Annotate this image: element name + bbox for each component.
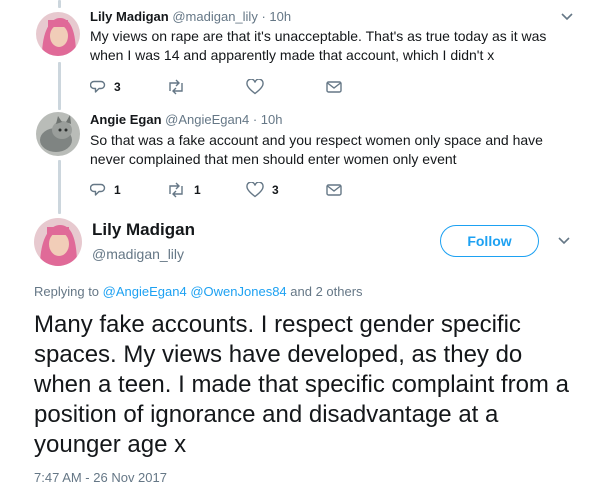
chevron-down-icon[interactable] — [558, 8, 576, 26]
separator-dot: · — [261, 9, 266, 24]
chevron-down-icon[interactable] — [555, 232, 573, 250]
follow-button[interactable]: Follow — [440, 225, 539, 257]
user-handle[interactable]: @madigan_lily — [172, 9, 257, 24]
tweet-text: My views on rape are that it's unaccepta… — [90, 28, 547, 63]
heart-icon — [246, 182, 264, 198]
reply-icon — [90, 183, 106, 196]
tweet-actions: 1 1 3 — [90, 180, 390, 200]
mention-link[interactable]: @OwenJones84 — [190, 284, 286, 299]
reply-button[interactable]: 3 — [90, 77, 121, 97]
dm-button[interactable] — [326, 180, 342, 200]
replying-prefix: Replying to — [34, 284, 100, 299]
like-button[interactable]: 3 — [246, 180, 279, 200]
main-tweet-text: Many fake accounts. I respect gender spe… — [34, 311, 569, 458]
envelope-icon — [326, 81, 342, 93]
display-name[interactable]: Lily Madigan — [90, 9, 169, 24]
avatar[interactable] — [36, 12, 80, 56]
retweet-button[interactable] — [166, 77, 186, 97]
user-handle[interactable]: @AngieEgan4 — [165, 112, 249, 127]
reply-button[interactable]: 1 — [90, 180, 121, 200]
replying-to-line: Replying to @AngieEgan4 @OwenJones84 and… — [34, 284, 363, 299]
retweet-count: 1 — [194, 183, 201, 197]
like-count: 3 — [272, 183, 279, 197]
tweet-time[interactable]: 10h — [269, 9, 291, 24]
reply-count: 3 — [114, 80, 121, 94]
tweet-time[interactable]: 10h — [261, 112, 283, 127]
tweet-header: Lily Madigan @madigan_lily · 10h — [90, 9, 291, 25]
tweet-header: Angie Egan @AngieEgan4 · 10h — [90, 112, 282, 128]
tweet-timestamp[interactable]: 7:47 AM - 26 Nov 2017 — [34, 470, 167, 485]
main-user-handle[interactable]: @madigan_lily — [92, 246, 184, 262]
like-button[interactable] — [246, 77, 264, 97]
envelope-icon — [326, 184, 342, 196]
avatar[interactable] — [36, 112, 80, 156]
dm-button[interactable] — [326, 77, 342, 97]
tweet-text: So that was a fake account and you respe… — [90, 132, 543, 167]
heart-icon — [246, 79, 264, 95]
tweet-1[interactable]: Lily Madigan @madigan_lily · 10h My view… — [0, 0, 600, 100]
reply-icon — [90, 80, 106, 93]
replying-suffix[interactable]: and 2 others — [290, 284, 362, 299]
retweet-button[interactable]: 1 — [166, 180, 201, 200]
reply-count: 1 — [114, 183, 121, 197]
retweet-icon — [169, 79, 183, 95]
display-name[interactable]: Angie Egan — [90, 112, 162, 127]
main-display-name[interactable]: Lily Madigan — [92, 220, 195, 240]
mention-link[interactable]: @AngieEgan4 — [103, 284, 187, 299]
separator-dot: · — [252, 112, 258, 127]
retweet-icon — [169, 182, 183, 198]
tweet-2[interactable]: Angie Egan @AngieEgan4 · 10h So that was… — [0, 100, 600, 206]
tweet-actions: 3 — [90, 77, 390, 97]
main-avatar[interactable] — [34, 218, 82, 266]
